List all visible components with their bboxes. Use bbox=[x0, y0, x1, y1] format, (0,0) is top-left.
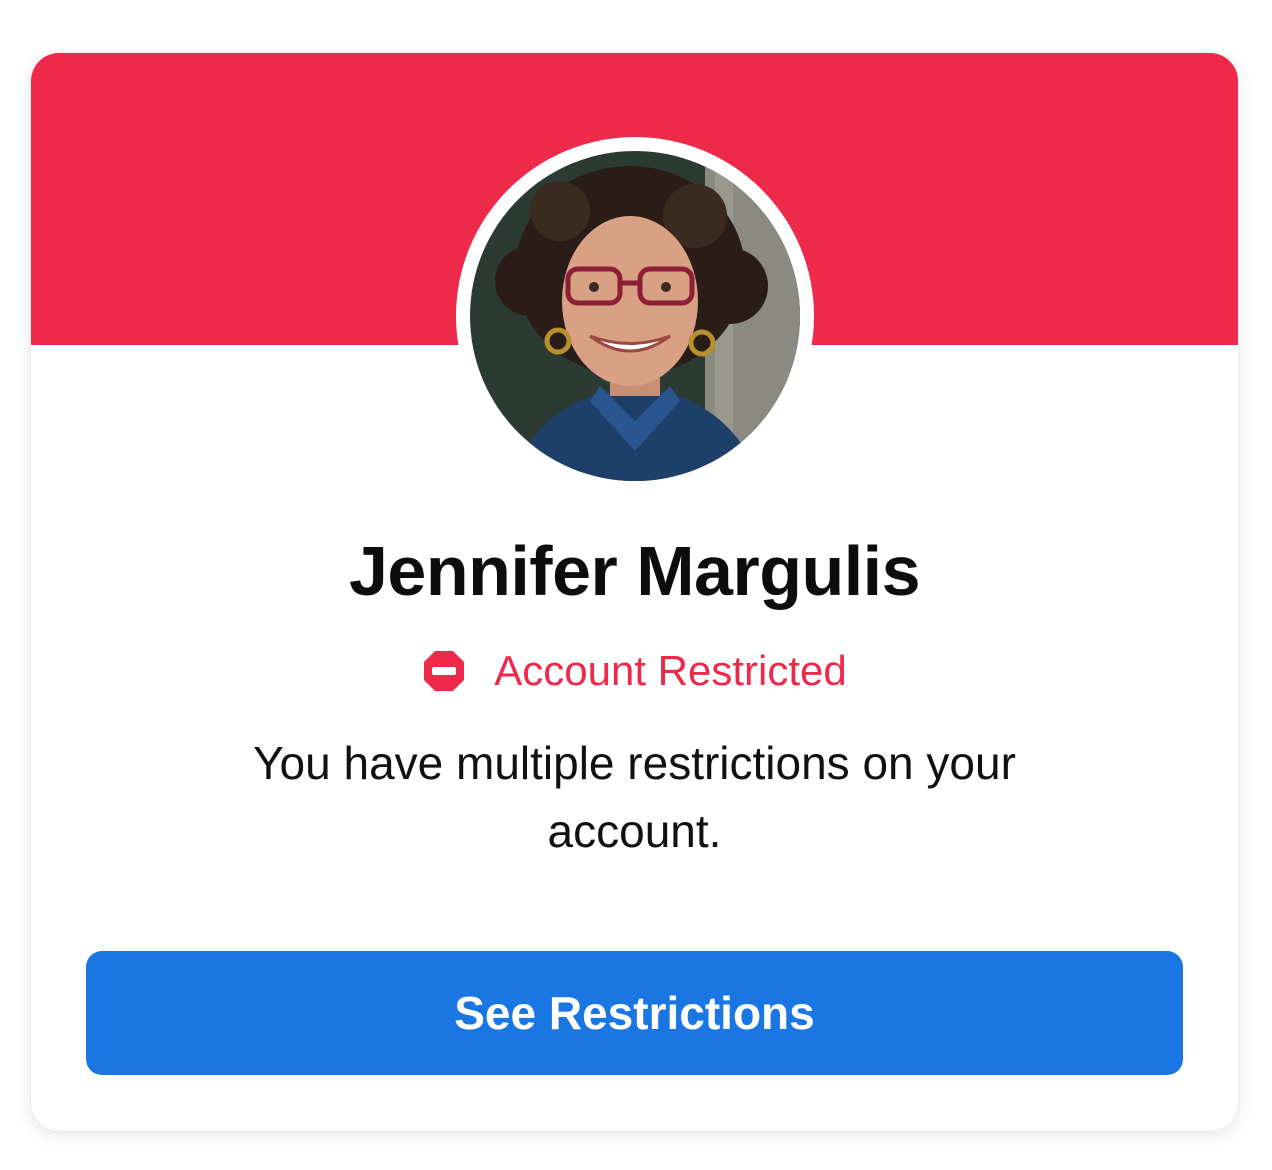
account-status-card: Jennifer Margulis Account Restricted You… bbox=[31, 53, 1238, 1131]
restricted-icon bbox=[424, 651, 465, 691]
account-status: Account Restricted bbox=[31, 647, 1238, 695]
status-label: Account Restricted bbox=[494, 647, 847, 694]
avatar[interactable] bbox=[470, 151, 800, 481]
avatar-photo bbox=[470, 151, 800, 481]
restriction-message: You have multiple restrictions on your a… bbox=[253, 737, 1016, 857]
avatar-ring bbox=[456, 137, 814, 495]
profile-name: Jennifer Margulis bbox=[348, 532, 921, 610]
see-restrictions-button[interactable]: See Restrictions bbox=[86, 951, 1183, 1075]
